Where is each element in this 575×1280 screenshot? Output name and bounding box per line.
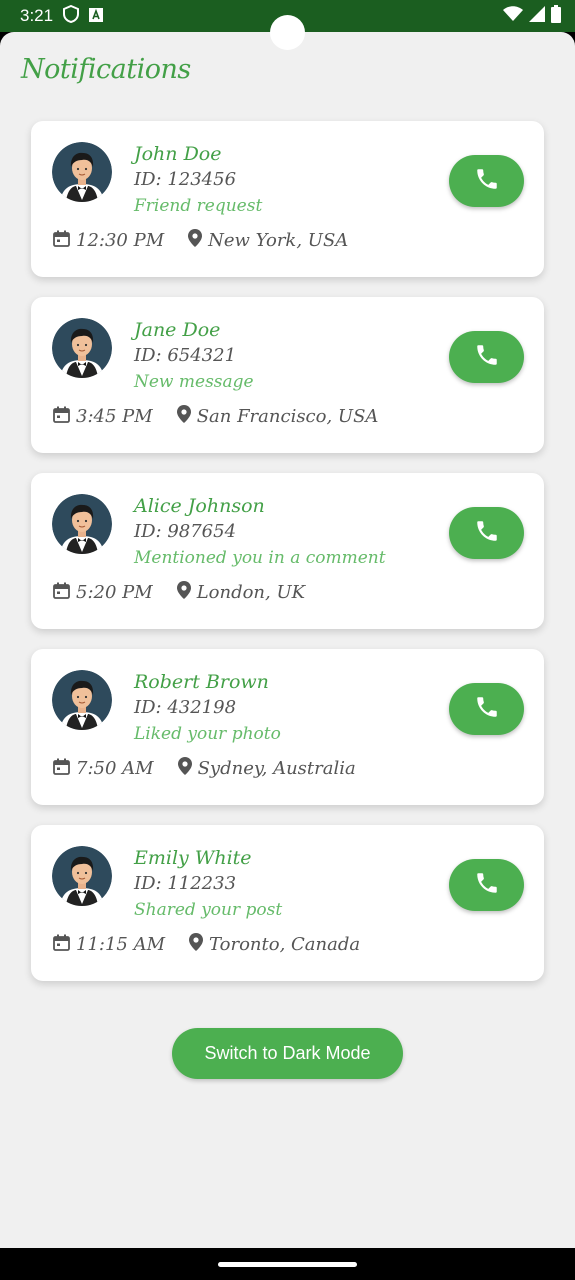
contact-id: ID: 123456 (134, 169, 237, 190)
contact-name: Robert Brown (134, 671, 269, 693)
call-button[interactable] (449, 683, 524, 735)
avatar (52, 318, 112, 378)
notification-message: Friend request (134, 196, 263, 216)
notification-meta: 11:15 AM Toronto, Canada (53, 933, 360, 956)
page-title: Notifications (21, 54, 191, 85)
notification-card[interactable]: John Doe ID: 123456 Friend request 12:30… (31, 121, 544, 277)
notification-location: Sydney, Australia (197, 758, 356, 779)
calendar-icon (53, 758, 76, 780)
avatar (52, 670, 112, 730)
signal-icon (529, 6, 545, 26)
contact-id: ID: 987654 (134, 521, 237, 542)
location-pin-icon (177, 757, 198, 780)
notification-location: San Francisco, USA (196, 406, 379, 427)
notification-card[interactable]: Emily White ID: 112233 Shared your post … (31, 825, 544, 981)
notification-message: New message (134, 372, 254, 392)
phone-icon (474, 694, 500, 724)
a-badge-icon (89, 7, 104, 26)
phone-icon (474, 166, 500, 196)
app-screen: Notifications John Doe ID: 123456 Friend… (0, 32, 575, 1248)
location-pin-icon (176, 405, 197, 428)
home-indicator[interactable] (218, 1262, 357, 1267)
notification-meta: 7:50 AM Sydney, Australia (53, 757, 356, 780)
dark-mode-button[interactable]: Switch to Dark Mode (172, 1028, 403, 1079)
battery-icon (551, 5, 561, 27)
calendar-icon (53, 934, 76, 956)
notification-card[interactable]: Alice Johnson ID: 987654 Mentioned you i… (31, 473, 544, 629)
call-button[interactable] (449, 331, 524, 383)
notification-location: London, UK (196, 582, 306, 603)
phone-icon (474, 870, 500, 900)
notification-meta: 5:20 PM London, UK (53, 581, 305, 604)
notification-card[interactable]: Robert Brown ID: 432198 Liked your photo… (31, 649, 544, 805)
wifi-icon (503, 6, 523, 26)
call-button[interactable] (449, 155, 524, 207)
notification-time: 3:45 PM (76, 406, 153, 427)
contact-name: Alice Johnson (134, 495, 265, 517)
notification-message: Shared your post (134, 900, 283, 920)
notification-location: New York, USA (208, 230, 349, 251)
avatar (52, 846, 112, 906)
notification-meta: 3:45 PM San Francisco, USA (53, 405, 378, 428)
avatar (52, 142, 112, 202)
phone-icon (474, 342, 500, 372)
location-pin-icon (189, 933, 209, 956)
contact-id: ID: 432198 (134, 697, 237, 718)
notification-meta: 12:30 PM New York, USA (53, 229, 348, 252)
contact-name: Jane Doe (134, 319, 221, 341)
contact-id: ID: 112233 (134, 873, 237, 894)
phone-icon (474, 518, 500, 548)
notification-message: Liked your photo (134, 724, 281, 744)
avatar (52, 494, 112, 554)
notification-time: 5:20 PM (76, 582, 153, 603)
contact-name: Emily White (134, 847, 252, 869)
location-pin-icon (176, 581, 197, 604)
notification-card[interactable]: Jane Doe ID: 654321 New message 3:45 PM … (31, 297, 544, 453)
calendar-icon (53, 406, 76, 428)
call-button[interactable] (449, 859, 524, 911)
contact-id: ID: 654321 (134, 345, 237, 366)
shield-icon (63, 4, 80, 27)
status-time: 3:21 (20, 6, 54, 25)
call-button[interactable] (449, 507, 524, 559)
location-pin-icon (188, 229, 208, 252)
notification-message: Mentioned you in a comment (134, 548, 386, 568)
calendar-icon (53, 582, 76, 604)
camera-cutout (270, 15, 305, 50)
calendar-icon (53, 230, 76, 252)
contact-name: John Doe (134, 143, 222, 165)
notification-location: Toronto, Canada (209, 934, 361, 955)
notification-time: 7:50 AM (76, 758, 154, 779)
navigation-bar (0, 1248, 575, 1280)
notification-time: 11:15 AM (76, 934, 166, 955)
notification-time: 12:30 PM (76, 230, 165, 251)
